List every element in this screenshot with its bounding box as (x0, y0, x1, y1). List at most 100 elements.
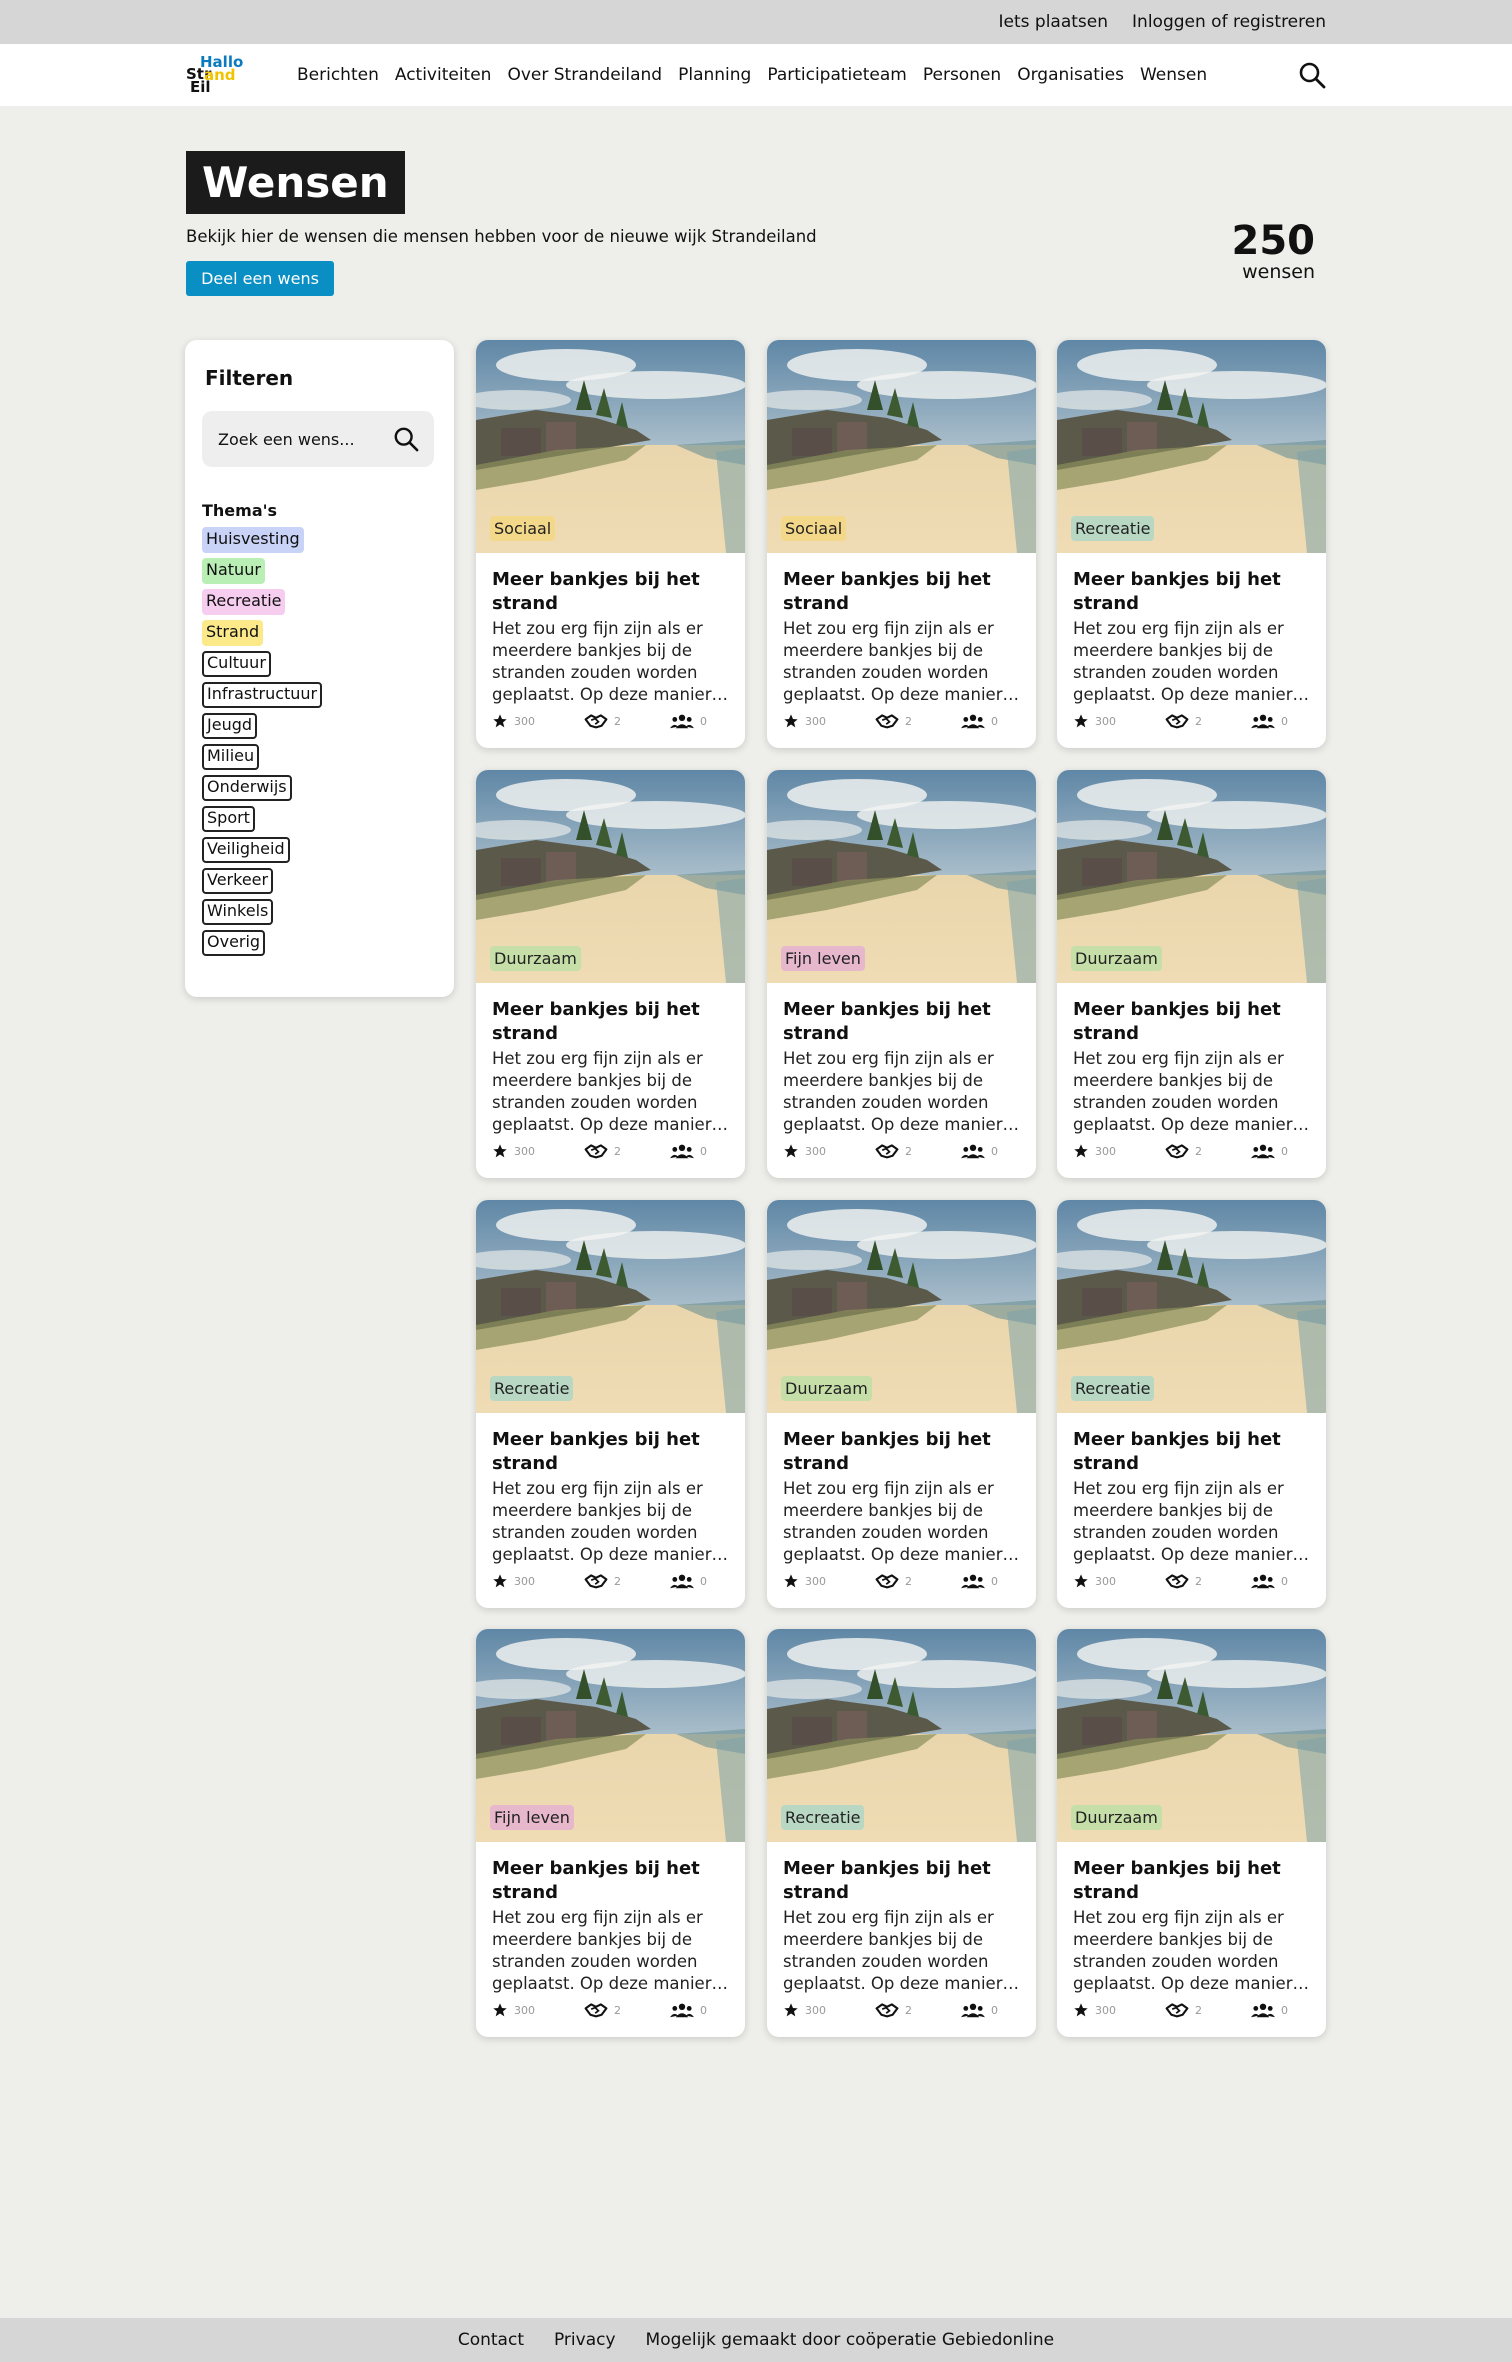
members-stat: 0 (1251, 1143, 1288, 1159)
footer-contact-link[interactable]: Contact (458, 2330, 524, 2350)
wish-card-theme-badge: Sociaal (490, 516, 556, 541)
wish-card-title[interactable]: Meer bankjes bij het strand (492, 998, 732, 1046)
wish-card-title[interactable]: Meer bankjes bij het strand (1073, 1428, 1313, 1476)
share-wish-button[interactable]: Deel een wens (186, 261, 334, 296)
wish-card[interactable]: Recreatie Meer bankjes bij het strand He… (1057, 340, 1326, 748)
star-icon (1073, 1143, 1089, 1159)
likes-stat: 300 (1073, 1573, 1116, 1589)
nav-item-participatieteam[interactable]: Participatieteam (767, 65, 907, 85)
wish-card[interactable]: Duurzaam Meer bankjes bij het strand Het… (476, 770, 745, 1178)
site-logo[interactable]: Hallo Str and Eil (186, 54, 248, 96)
handshake-icon (584, 2002, 608, 2018)
wish-card[interactable]: Fijn leven Meer bankjes bij het strand H… (767, 770, 1036, 1178)
supports-count: 2 (1195, 1574, 1202, 1588)
nav-item-activiteiten[interactable]: Activiteiten (395, 65, 492, 85)
theme-tag-onderwijs[interactable]: Onderwijs (202, 775, 292, 801)
wish-card-title[interactable]: Meer bankjes bij het strand (1073, 568, 1313, 616)
wish-count-value: 250 (1231, 218, 1316, 264)
theme-tag-strand[interactable]: Strand (202, 620, 264, 646)
group-icon (961, 1573, 985, 1589)
wish-card-title[interactable]: Meer bankjes bij het strand (783, 1428, 1023, 1476)
likes-count: 300 (805, 2003, 826, 2017)
theme-tag-natuur[interactable]: Natuur (202, 558, 265, 584)
theme-tag-milieu[interactable]: Milieu (202, 744, 260, 770)
wish-card-title[interactable]: Meer bankjes bij het strand (492, 1428, 732, 1476)
nav-item-berichten[interactable]: Berichten (297, 65, 379, 85)
supports-stat: 2 (584, 1143, 621, 1159)
wish-card-title[interactable]: Meer bankjes bij het strand (492, 568, 732, 616)
likes-stat: 300 (492, 1143, 535, 1159)
nav-item-organisaties[interactable]: Organisaties (1017, 65, 1124, 85)
wish-card-description: Het zou erg fijn zijn als er meerdere ba… (783, 619, 1019, 704)
nav-item-wensen[interactable]: Wensen (1140, 65, 1207, 85)
wish-card-stats: 300 2 0 (492, 1573, 732, 1593)
wish-card-title[interactable]: Meer bankjes bij het strand (1073, 998, 1313, 1046)
star-icon (783, 2002, 799, 2018)
login-link[interactable]: Inloggen of registreren (1132, 12, 1326, 32)
wish-card[interactable]: Sociaal Meer bankjes bij het strand Het … (476, 340, 745, 748)
wish-card[interactable]: Recreatie Meer bankjes bij het strand He… (767, 1629, 1036, 2037)
wish-card[interactable]: Duurzaam Meer bankjes bij het strand Het… (767, 1200, 1036, 1608)
members-stat: 0 (1251, 2002, 1288, 2018)
supports-count: 2 (1195, 2003, 1202, 2017)
wish-card[interactable]: Duurzaam Meer bankjes bij het strand Het… (1057, 770, 1326, 1178)
footer-privacy-link[interactable]: Privacy (554, 2330, 616, 2350)
nav-item-planning[interactable]: Planning (678, 65, 751, 85)
theme-tag-recreatie[interactable]: Recreatie (202, 589, 286, 615)
members-count: 0 (1281, 1144, 1288, 1158)
likes-count: 300 (514, 1144, 535, 1158)
group-icon (1251, 2002, 1275, 2018)
footer-credit: Mogelijk gemaakt door coöperatie Gebiedo… (645, 2330, 1055, 2350)
members-stat: 0 (670, 713, 707, 729)
nav-item-over-strandeiland[interactable]: Over Strandeiland (507, 65, 662, 85)
theme-tag-overig[interactable]: Overig (202, 930, 266, 956)
wish-card[interactable]: Sociaal Meer bankjes bij het strand Het … (767, 340, 1036, 748)
search-icon[interactable] (393, 426, 419, 452)
utility-bar: Iets plaatsen Inloggen of registreren (0, 0, 1512, 44)
theme-tag-infrastructuur[interactable]: Infrastructuur (202, 682, 323, 708)
members-count: 0 (1281, 1574, 1288, 1588)
theme-tag-huisvesting[interactable]: Huisvesting (202, 527, 304, 553)
likes-count: 300 (514, 714, 535, 728)
theme-tag-jeugd[interactable]: Jeugd (202, 713, 258, 739)
wish-card-title[interactable]: Meer bankjes bij het strand (492, 1857, 732, 1905)
theme-tag-verkeer[interactable]: Verkeer (202, 868, 274, 894)
wish-card-title[interactable]: Meer bankjes bij het strand (1073, 1857, 1313, 1905)
wish-card[interactable]: Duurzaam Meer bankjes bij het strand Het… (1057, 1629, 1326, 2037)
wish-card-theme-badge: Fijn leven (781, 946, 865, 971)
likes-stat: 300 (1073, 713, 1116, 729)
group-icon (670, 713, 694, 729)
supports-stat: 2 (1165, 2002, 1202, 2018)
wish-card-title[interactable]: Meer bankjes bij het strand (783, 568, 1023, 616)
wish-card-title[interactable]: Meer bankjes bij het strand (783, 998, 1023, 1046)
wish-card[interactable]: Fijn leven Meer bankjes bij het strand H… (476, 1629, 745, 2037)
supports-stat: 2 (875, 2002, 912, 2018)
wish-card-theme-badge: Sociaal (781, 516, 847, 541)
wish-card-title[interactable]: Meer bankjes bij het strand (783, 1857, 1023, 1905)
post-link[interactable]: Iets plaatsen (999, 12, 1109, 32)
members-stat: 0 (1251, 713, 1288, 729)
wish-card-description: Het zou erg fijn zijn als er meerdere ba… (1073, 1049, 1309, 1134)
likes-stat: 300 (1073, 1143, 1116, 1159)
supports-count: 2 (905, 1144, 912, 1158)
theme-tag-winkels[interactable]: Winkels (202, 899, 274, 925)
members-count: 0 (991, 714, 998, 728)
search-icon[interactable] (1298, 61, 1328, 91)
likes-stat: 300 (783, 1143, 826, 1159)
members-count: 0 (1281, 2003, 1288, 2017)
wish-card[interactable]: Recreatie Meer bankjes bij het strand He… (1057, 1200, 1326, 1608)
star-icon (783, 1573, 799, 1589)
wish-card-theme-badge: Recreatie (1071, 1376, 1155, 1401)
supports-count: 2 (905, 714, 912, 728)
members-stat: 0 (670, 1143, 707, 1159)
theme-tag-veiligheid[interactable]: Veiligheid (202, 837, 290, 863)
members-stat: 0 (670, 2002, 707, 2018)
wish-search-input[interactable] (218, 429, 388, 449)
supports-count: 2 (1195, 1144, 1202, 1158)
theme-tag-cultuur[interactable]: Cultuur (202, 651, 271, 677)
wish-card-theme-badge: Duurzaam (1071, 1805, 1162, 1830)
wish-card-stats: 300 2 0 (1073, 1573, 1313, 1593)
nav-item-personen[interactable]: Personen (923, 65, 1001, 85)
wish-card[interactable]: Recreatie Meer bankjes bij het strand He… (476, 1200, 745, 1608)
theme-tag-sport[interactable]: Sport (202, 806, 255, 832)
